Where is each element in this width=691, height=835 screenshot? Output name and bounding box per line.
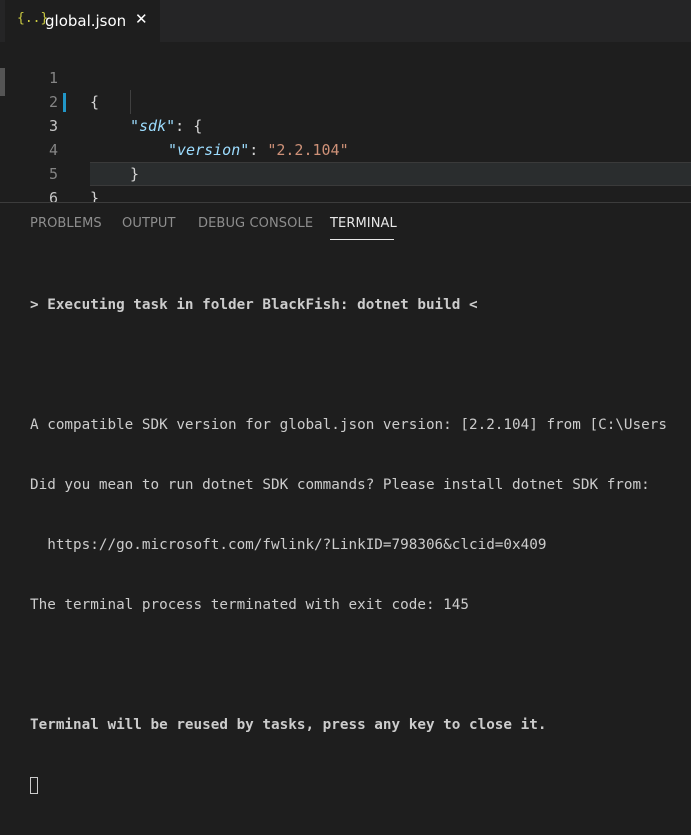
- code-line: 4 }: [0, 114, 691, 183]
- code-line: 1 {: [0, 42, 691, 111]
- terminal-line: Terminal will be reused by tasks, press …: [30, 717, 547, 733]
- active-tab-underline: [330, 239, 394, 240]
- tab-problems[interactable]: PROBLEMS: [30, 216, 102, 231]
- tab-label: global.json: [45, 12, 127, 30]
- terminal-prompt-line: [30, 775, 691, 795]
- code-editor[interactable]: 1 { 2 "sdk": { 3 "version": "2.2.104" 4 …: [0, 42, 691, 207]
- json-file-icon: {..}: [17, 11, 49, 26]
- terminal-line: Did you mean to run dotnet SDK commands?…: [30, 477, 650, 493]
- editor-tab-bar: {..} global.json ✕: [0, 0, 691, 42]
- terminal-line: https://go.microsoft.com/fwlink/?LinkID=…: [30, 537, 547, 553]
- bottom-panel: PROBLEMS OUTPUT DEBUG CONSOLE TERMINAL >…: [0, 202, 691, 794]
- terminal-output[interactable]: > Executing task in folder BlackFish: do…: [30, 255, 691, 835]
- code-line: 3 "version": "2.2.104": [0, 90, 691, 159]
- terminal-line: A compatible SDK version for global.json…: [30, 417, 667, 433]
- tab-output[interactable]: OUTPUT: [122, 216, 176, 231]
- close-icon[interactable]: ✕: [135, 10, 148, 28]
- tab-global-json[interactable]: {..} global.json ✕: [5, 0, 160, 42]
- code-line: 5 }: [0, 138, 691, 207]
- code-line-current: 6: [0, 162, 691, 207]
- code-line: 2 "sdk": {: [0, 66, 691, 135]
- terminal-line: > Executing task in folder BlackFish: do…: [30, 297, 478, 313]
- terminal-cursor: [30, 776, 38, 794]
- tab-debug-console[interactable]: DEBUG CONSOLE: [198, 216, 313, 231]
- terminal-line: The terminal process terminated with exi…: [30, 597, 469, 613]
- tab-terminal[interactable]: TERMINAL: [330, 216, 397, 231]
